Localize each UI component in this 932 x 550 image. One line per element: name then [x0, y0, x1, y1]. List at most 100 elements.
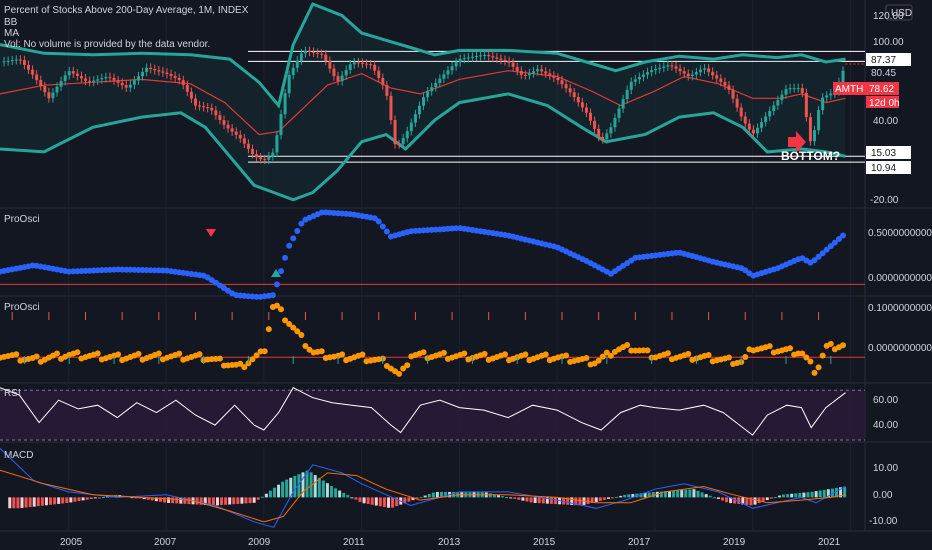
candle-body — [112, 77, 116, 81]
candle-body — [531, 71, 535, 74]
proosci-1-label[interactable]: ProOsci — [4, 214, 40, 225]
candle-body — [328, 60, 332, 69]
candle-body — [413, 114, 417, 123]
macd-histogram-bar — [350, 497, 354, 499]
macd-tick-0: 0.00 — [873, 490, 893, 501]
macd-histogram-bar — [704, 494, 708, 498]
proosci-1-point — [383, 228, 390, 235]
candle-body — [617, 108, 621, 118]
candle-body — [287, 75, 291, 94]
macd-histogram-bar — [692, 489, 696, 498]
proosci-2-point — [74, 349, 81, 356]
macd-histogram-bar — [529, 497, 533, 503]
macd-histogram-bar — [525, 497, 529, 502]
macd-histogram-bar — [496, 495, 500, 498]
candle-body — [731, 89, 735, 99]
macd-histogram-bar — [8, 497, 12, 509]
candle-body — [218, 115, 222, 120]
proosci-2-point — [481, 350, 488, 357]
candle-body — [369, 64, 373, 66]
candle-body — [145, 67, 149, 73]
candle-body — [739, 107, 743, 117]
proosci-2-label[interactable]: ProOsci — [4, 302, 40, 313]
bottom-annotation: BOTTOM? — [781, 149, 840, 163]
legend-bb[interactable]: BB — [4, 17, 18, 28]
candle-body — [715, 75, 719, 79]
candle-body — [173, 76, 177, 79]
macd-histogram-bar — [553, 497, 557, 505]
candle-body — [214, 110, 218, 116]
price-tick-40: 40.00 — [873, 116, 898, 127]
macd-histogram-bar — [293, 475, 297, 498]
candle-body — [503, 59, 507, 62]
candle-body — [829, 93, 833, 96]
candle-body — [804, 92, 808, 118]
macd-histogram-bar — [382, 497, 386, 508]
macd-histogram-bar — [248, 497, 252, 504]
proosci-2-point — [115, 351, 122, 358]
legend-vol[interactable]: Vol: No volume is provided by the data v… — [4, 39, 210, 50]
macd-histogram-bar — [684, 489, 688, 498]
candle-body — [316, 52, 320, 54]
tag-10-94: 10.94 — [871, 163, 896, 174]
candle-body — [397, 144, 401, 146]
candle-body — [776, 100, 780, 106]
candle-body — [18, 59, 22, 61]
macd-histogram-bar — [240, 497, 244, 504]
macd-histogram-bar — [533, 497, 537, 503]
candle-body — [352, 62, 356, 65]
proosci-1-tick-high: 0.5000000000 — [868, 228, 932, 239]
candle-body — [755, 127, 759, 134]
candle-body — [641, 74, 645, 77]
candle-body — [593, 120, 597, 129]
macd-histogram-bar — [24, 497, 28, 508]
candle-body — [401, 138, 405, 145]
macd-histogram-bar — [688, 489, 692, 498]
candle-body — [764, 116, 768, 123]
candle-body — [22, 60, 26, 65]
macd-label[interactable]: MACD — [4, 450, 33, 461]
macd-histogram-bar — [220, 497, 224, 506]
candle-body — [727, 85, 731, 90]
x-label: 2007 — [154, 537, 177, 548]
proosci-2-point — [318, 348, 325, 355]
macd-histogram-bar — [549, 497, 553, 504]
candle-body — [108, 76, 112, 78]
candle-body — [507, 61, 511, 63]
macd-histogram-bar — [260, 496, 264, 498]
candle-body — [584, 107, 588, 113]
candle-body — [153, 69, 157, 71]
candle-body — [446, 70, 450, 75]
proosci-2-point — [840, 342, 847, 349]
macd-histogram-bar — [611, 497, 615, 499]
candle-body — [63, 75, 67, 82]
candle-body — [694, 72, 698, 75]
x-label: 2019 — [723, 537, 746, 548]
proosci-1-point — [282, 254, 289, 261]
macd-histogram-bar — [89, 497, 93, 500]
proosci-1-point — [269, 292, 276, 299]
macd-histogram-bar — [28, 497, 32, 508]
proosci-1-point — [273, 281, 280, 288]
candle-body — [291, 67, 295, 76]
candle-body — [27, 64, 31, 70]
macd-histogram-bar — [374, 497, 378, 506]
candle-body — [84, 78, 88, 81]
candle-body — [177, 78, 181, 81]
candle-body — [299, 53, 303, 61]
proosci-1-point — [278, 268, 285, 275]
price-tick-neg20: -20.00 — [870, 195, 899, 206]
macd-histogram-bar — [325, 483, 329, 498]
tag-last-value: 78.62 — [869, 84, 894, 95]
rsi-label[interactable]: RSI — [4, 388, 21, 399]
candle-body — [303, 50, 307, 54]
legend-ma[interactable]: MA — [4, 28, 19, 39]
candle-body — [356, 62, 360, 64]
macd-histogram-bar — [272, 487, 276, 498]
macd-histogram-bar — [712, 497, 716, 499]
candle-body — [751, 129, 755, 134]
macd-histogram-bar — [513, 497, 517, 499]
candle-body — [348, 64, 352, 70]
macd-histogram-bar — [232, 497, 236, 505]
macd-histogram-bar — [602, 497, 606, 500]
